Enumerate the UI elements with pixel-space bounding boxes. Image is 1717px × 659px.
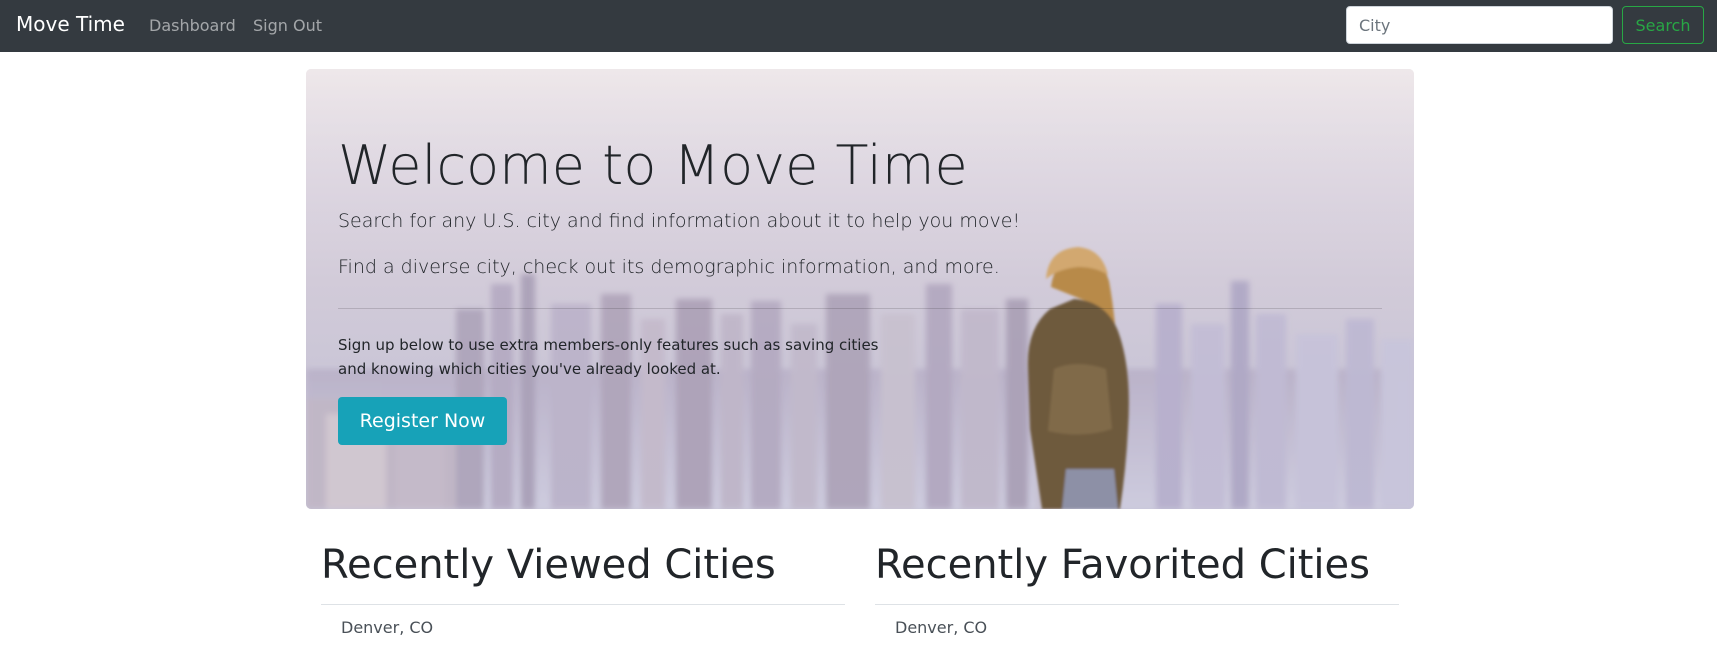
search-button[interactable]: Search: [1622, 6, 1704, 44]
recently-viewed-title: Recently Viewed Cities: [321, 542, 776, 588]
brand-link[interactable]: Move Time: [16, 12, 125, 36]
recently-viewed-section: Recently Viewed Cities Denver, CO: [321, 535, 845, 637]
register-now-button[interactable]: Register Now: [338, 397, 507, 445]
recently-viewed-city-item[interactable]: Denver, CO: [321, 618, 845, 637]
recently-viewed-divider: [321, 604, 845, 605]
hero-signup-note: Sign up below to use extra members-only …: [338, 333, 938, 381]
person-figure: [1027, 247, 1129, 509]
recently-favorited-city-item[interactable]: Denver, CO: [875, 618, 1399, 637]
recently-favorited-title: Recently Favorited Cities: [875, 542, 1370, 588]
hero-title: Welcome to Move Time: [338, 134, 968, 197]
hero-jumbotron: Welcome to Move Time Search for any U.S.…: [306, 69, 1414, 509]
nav-link-sign-out[interactable]: Sign Out: [253, 16, 322, 35]
hero-lead-2: Find a diverse city, check out its demog…: [338, 256, 1000, 278]
recently-favorited-section: Recently Favorited Cities Denver, CO: [875, 535, 1399, 637]
hero-lead-1: Search for any U.S. city and find inform…: [338, 210, 1021, 232]
signup-note-line-1: Sign up below to use extra members-only …: [338, 336, 879, 354]
signup-note-line-2: and knowing which cities you've already …: [338, 360, 721, 378]
city-search-input[interactable]: [1346, 6, 1613, 44]
nav-link-dashboard[interactable]: Dashboard: [149, 16, 236, 35]
top-navbar: Move Time Dashboard Sign Out Search: [0, 0, 1717, 52]
hero-divider: [338, 308, 1382, 309]
recently-favorited-divider: [875, 604, 1399, 605]
